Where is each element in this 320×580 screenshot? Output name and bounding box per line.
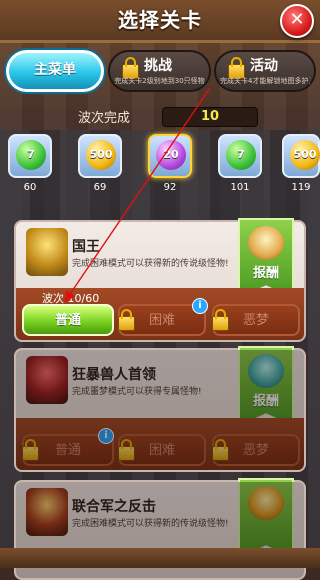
bottom-frame (0, 548, 320, 568)
wave-complete-value: 10 (200, 109, 220, 124)
wave-complete-bar: 10 (162, 107, 258, 127)
reward-label: 报酬 (252, 266, 279, 281)
reward-item[interactable]: 20 (148, 134, 192, 178)
reward-wave: 101 (230, 182, 250, 193)
gem-icon: 7 (16, 140, 46, 170)
reward-item[interactable]: 500 (78, 134, 122, 178)
reward-banner[interactable]: 报酬 (238, 218, 294, 298)
reward-item[interactable]: 7 (218, 134, 262, 178)
reward-wave: 69 (93, 182, 107, 193)
tab-event[interactable]: 活动 完成关卡4才能解锁地图多护卫战斗 (214, 50, 316, 92)
reward-wave: 119 (291, 182, 311, 193)
gem-icon: 7 (226, 140, 256, 170)
locked-overlay (16, 350, 304, 470)
level-card-orc-chief[interactable]: 狂暴兽人首领 完成噩梦模式可以获得专属怪物! 报酬 普通 困难 恶梦 i (14, 346, 306, 472)
reward-item[interactable]: 7 (8, 134, 52, 178)
page-title: 选择关卡 (118, 8, 202, 32)
info-icon[interactable]: i (192, 298, 208, 314)
tab-label: 活动 (250, 58, 278, 74)
tab-label: 主菜单 (34, 62, 76, 78)
reward-wave: 92 (163, 182, 177, 193)
hero-reward-icon (248, 226, 284, 260)
lock-icon (212, 309, 229, 331)
difficulty-normal-button[interactable]: 普通 (22, 304, 114, 336)
tab-label: 挑战 (144, 58, 172, 74)
level-name: 国王 (72, 239, 100, 255)
close-button[interactable]: ✕ (280, 4, 314, 38)
tab-challenge[interactable]: 挑战 完成关卡2级别地到30只怪物 (108, 50, 211, 92)
tab-subtitle: 完成关卡2级别地到30只怪物 (114, 77, 205, 85)
tab-main-menu[interactable]: 主菜单 (6, 50, 104, 92)
coin-icon: 500 (290, 140, 320, 170)
lock-icon (118, 309, 135, 331)
reward-item[interactable]: 500 (282, 134, 320, 178)
wave-complete-label: 波次完成 (78, 111, 131, 126)
king-avatar-icon (26, 228, 68, 276)
reward-wave: 60 (23, 182, 37, 193)
tab-subtitle: 完成关卡4才能解锁地图多护卫战斗 (220, 77, 310, 85)
crystal-icon: 20 (156, 140, 186, 170)
level-description: 完成困难模式可以获得新的传说级怪物! (72, 259, 229, 269)
level-card-king[interactable]: 国王 完成困难模式可以获得新的传说级怪物! 报酬 波次 10/60 普通 困难 … (14, 218, 306, 342)
header-bar: 选择关卡 ✕ (0, 0, 320, 43)
coin-icon: 500 (86, 140, 116, 170)
